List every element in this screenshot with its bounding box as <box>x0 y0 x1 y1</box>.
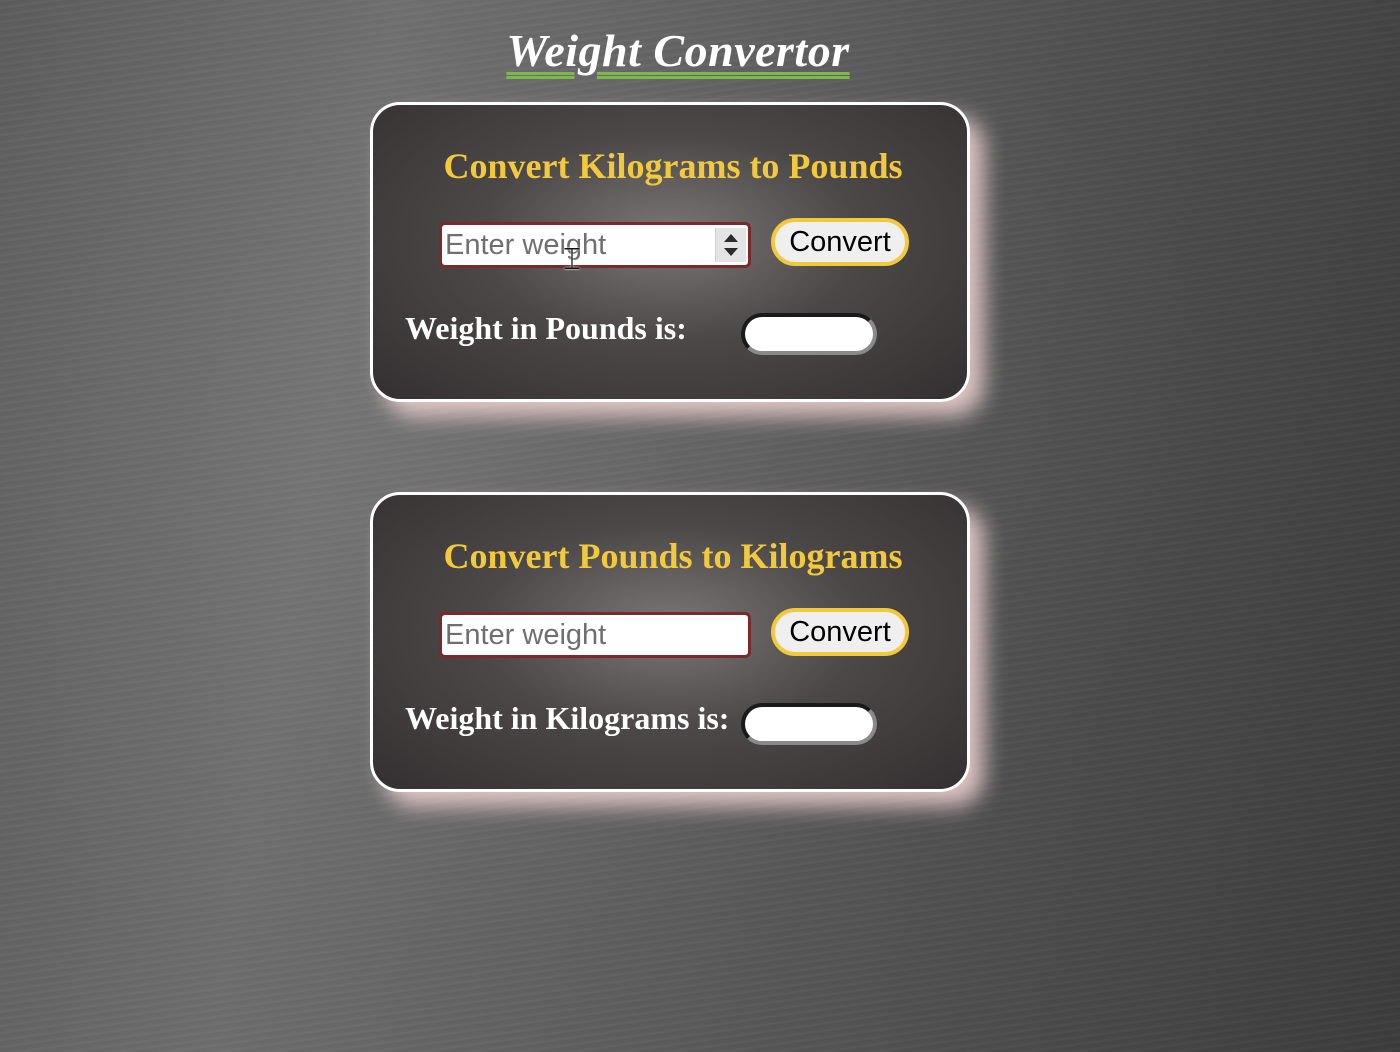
pounds-to-kg-heading: Convert Pounds to Kilograms <box>443 536 903 576</box>
spinner-arrows-icon[interactable] <box>715 228 746 262</box>
pounds-result-label: Weight in Pounds is: <box>405 310 687 346</box>
pounds-to-kg-card: Convert Pounds to Kilograms Convert Weig… <box>370 492 970 792</box>
pounds-weight-input[interactable] <box>439 612 751 658</box>
pounds-result-output <box>741 313 877 355</box>
kilograms-result-output <box>741 703 877 745</box>
kg-convert-button[interactable]: Convert <box>771 218 909 266</box>
kg-weight-input[interactable] <box>439 222 751 268</box>
spinner-up-arrow-icon[interactable] <box>724 234 738 242</box>
kg-to-pounds-card: Convert Kilograms to Pounds ⌶ Convert We… <box>370 102 970 402</box>
kilograms-result-label: Weight in Kilograms is: <box>405 700 730 736</box>
kg-to-pounds-heading: Convert Kilograms to Pounds <box>443 146 903 186</box>
spinner-down-arrow-icon[interactable] <box>724 248 738 256</box>
page-title: Weight Convertor <box>506 25 850 76</box>
pounds-convert-button[interactable]: Convert <box>771 608 909 656</box>
